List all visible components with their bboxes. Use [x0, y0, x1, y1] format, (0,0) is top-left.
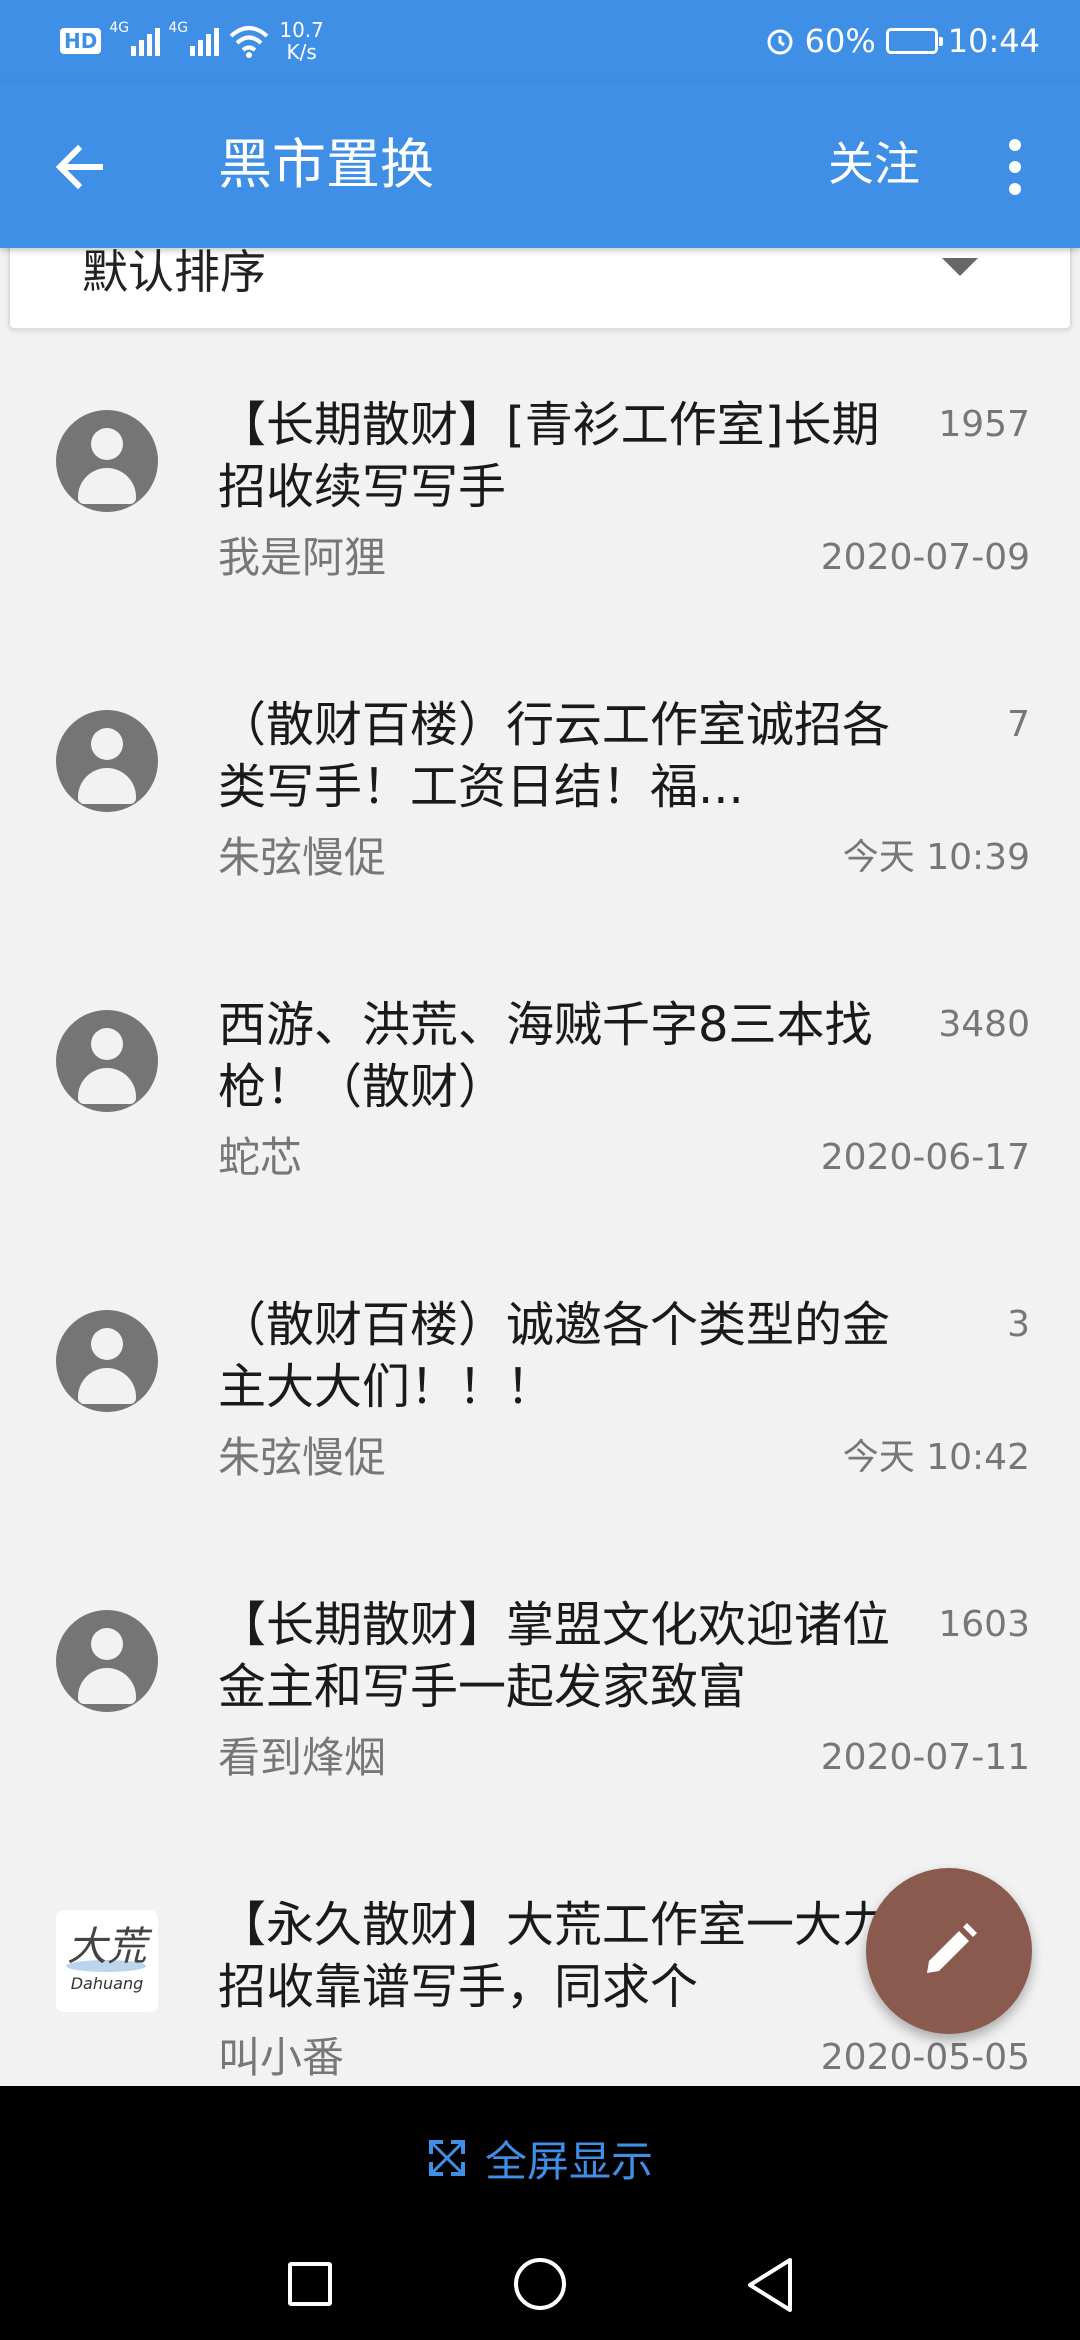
- thread-item[interactable]: 【长期散财】掌盟文化欢迎诸位金主和写手一起发家致富 1603 看到烽烟 2020…: [0, 1570, 1080, 1870]
- thread-date: 2020-05-05: [820, 2037, 1030, 2078]
- person-icon: [56, 410, 158, 512]
- pencil-icon: [927, 1923, 977, 1973]
- battery-icon: [885, 28, 943, 54]
- app-bar: 黑市置换 关注: [0, 82, 1080, 248]
- thread-date: 2020-06-17: [820, 1137, 1030, 1178]
- thread-title: 【长期散财】[青衫工作室]长期招收续写写手: [218, 397, 880, 515]
- cell-signal-icon: 4G: [109, 20, 161, 56]
- back-triangle-icon[interactable]: [744, 2256, 796, 2314]
- expand-icon: [428, 2140, 465, 2176]
- thread-title: （散财百楼）行云工作室诚招各类写手！工资日结！福...: [218, 697, 891, 815]
- fullscreen-toggle[interactable]: 全屏显示: [0, 2086, 1080, 2230]
- reply-count: 1957: [938, 404, 1030, 445]
- thread-date: 今天 10:42: [842, 1437, 1030, 1478]
- person-icon: [56, 1310, 158, 1412]
- status-left: HD 4G 4G 10.7 K/s: [60, 16, 324, 66]
- system-nav-bar: [0, 2230, 1080, 2340]
- thread-item[interactable]: 西游、洪荒、海贼千字8三本找枪！（散财） 3480 蛇芯 2020-06-17: [0, 970, 1080, 1270]
- thread-date: 今天 10:39: [842, 837, 1030, 878]
- thread-author: 蛇芯: [218, 1133, 303, 1182]
- reply-count: 1603: [938, 1604, 1030, 1645]
- thread-date: 2020-07-11: [820, 1737, 1030, 1778]
- battery-percent: 60%: [804, 22, 876, 60]
- back-button[interactable]: [40, 127, 120, 207]
- reply-count: 3: [1007, 1304, 1030, 1345]
- alarm-icon: [767, 29, 793, 55]
- page-title: 黑市置换: [218, 133, 434, 196]
- person-icon: [56, 1010, 158, 1112]
- fullscreen-label: 全屏显示: [484, 2136, 653, 2186]
- thread-title: 【长期散财】掌盟文化欢迎诸位金主和写手一起发家致富: [218, 1597, 891, 1715]
- thread-item[interactable]: （散财百楼）行云工作室诚招各类写手！工资日结！福... 7 朱弦慢促 今天 10…: [0, 670, 1080, 970]
- thread-author: 我是阿狸: [218, 533, 387, 582]
- reply-count: 3480: [938, 1004, 1030, 1045]
- home-button[interactable]: [514, 2258, 566, 2310]
- person-icon: [56, 1610, 158, 1712]
- reply-count: 7: [1007, 704, 1030, 745]
- thread-author: 看到烽烟: [218, 1733, 387, 1782]
- network-speed: 10.7 K/s: [279, 18, 324, 64]
- cell-signal-icon-2: 4G: [168, 20, 220, 56]
- compose-button[interactable]: [866, 1868, 1032, 2034]
- status-right: 60% 10:44: [765, 16, 1040, 66]
- thread-item[interactable]: （散财百楼）诚邀各个类型的金主大大们！！！ 3 朱弦慢促 今天 10:42: [0, 1270, 1080, 1570]
- thread-title: （散财百楼）诚邀各个类型的金主大大们！！！: [218, 1297, 891, 1415]
- thread-title: 【永久散财】大荒工作室一大力招收靠谱写手，同求个: [218, 1897, 891, 2015]
- overflow-menu-button[interactable]: [990, 127, 1040, 207]
- person-icon: [56, 710, 158, 812]
- more-vert-icon: [1009, 139, 1021, 151]
- thread-author: 朱弦慢促: [218, 1433, 387, 1482]
- arrow-left-icon: [55, 144, 103, 190]
- clock: 10:44: [947, 22, 1040, 60]
- thread-date: 2020-07-09: [820, 537, 1030, 578]
- follow-button[interactable]: 关注: [828, 134, 920, 194]
- caret-down-icon: [942, 258, 978, 276]
- sort-label: 默认排序: [82, 245, 266, 299]
- status-bar: HD 4G 4G 10.7 K/s 60% 10:44: [0, 0, 1080, 82]
- thread-item[interactable]: 【长期散财】[青衫工作室]长期招收续写写手 1957 我是阿狸 2020-07-…: [0, 370, 1080, 670]
- studio-logo-avatar: 大荒 Dahuang: [56, 1910, 158, 2012]
- wifi-icon: [230, 26, 269, 58]
- thread-title: 西游、洪荒、海贼千字8三本找枪！（散财）: [218, 997, 873, 1115]
- recents-button[interactable]: [288, 2262, 332, 2306]
- thread-author: 叫小番: [218, 2033, 345, 2082]
- hd-badge: HD: [60, 28, 102, 54]
- thread-author: 朱弦慢促: [218, 833, 387, 882]
